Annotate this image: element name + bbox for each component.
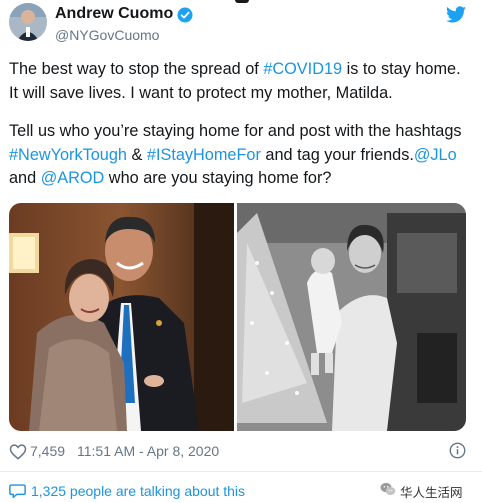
display-name[interactable]: Andrew Cuomo (55, 5, 173, 23)
user-handle[interactable]: @NYGovCuomo (55, 27, 159, 43)
tweet-card: Andrew Cuomo @NYGovCuomo The best way to… (0, 0, 482, 503)
tweet-footer: 7,459 11:51 AM - Apr 8, 2020 (9, 442, 469, 462)
chat-bubble-icon (9, 484, 26, 499)
like-count[interactable]: 7,459 (30, 443, 65, 459)
text-segment: & (126, 145, 147, 164)
watermark-text: 华人生活网 (400, 486, 463, 500)
hashtag-newyorktough[interactable]: #NewYorkTough (9, 146, 127, 164)
avatar[interactable] (9, 3, 47, 41)
photo-cuomo-with-mother[interactable] (9, 203, 234, 431)
text-segment: The best way to stop the spread of (9, 60, 264, 78)
text-segment: who are you staying home for? (104, 169, 332, 187)
verified-badge-icon (177, 7, 193, 23)
hashtag-covid19[interactable]: #COVID19 (263, 60, 342, 78)
text-segment: and (9, 169, 41, 187)
heart-icon[interactable] (9, 443, 27, 460)
tweet-paragraph-1: The best way to stop the spread of #COVI… (9, 58, 474, 105)
watermark: 华人生活网 (380, 480, 480, 500)
conversation-label[interactable]: 1,325 people are talking about this (31, 483, 245, 499)
hashtag-istayhomefor[interactable]: #IStayHomeFor (147, 146, 261, 164)
divider (0, 471, 482, 472)
tweet-timestamp[interactable]: 11:51 AM - Apr 8, 2020 (77, 443, 219, 459)
mention-arod[interactable]: @AROD (41, 169, 105, 187)
mention-jlo[interactable]: @JLo (414, 146, 457, 164)
wechat-logo-icon (380, 482, 396, 495)
twitter-bird-icon[interactable] (446, 6, 466, 23)
text-segment: and tag your friends. (260, 145, 414, 164)
info-icon[interactable] (449, 442, 466, 459)
media-grid[interactable] (9, 203, 466, 431)
photo-mother-with-baby-vintage[interactable] (237, 203, 466, 431)
tweet-paragraph-2: Tell us who you’re staying home for and … (9, 120, 474, 191)
top-edge-fragment (235, 0, 249, 3)
tweet-body: The best way to stop the spread of #COVI… (9, 58, 474, 191)
text-segment: Tell us who you’re staying home for and … (9, 122, 462, 140)
conversation-link[interactable]: 1,325 people are talking about this (9, 481, 309, 501)
